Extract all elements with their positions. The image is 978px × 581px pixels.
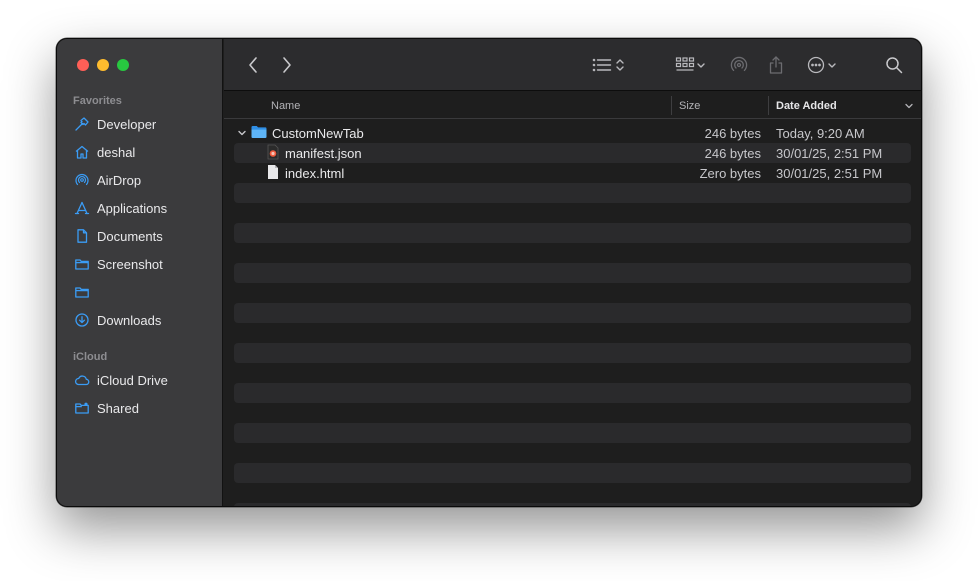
- sidebar-item-downloads[interactable]: Downloads: [73, 308, 214, 332]
- sidebar-item-label: Applications: [97, 200, 168, 216]
- empty-row: [234, 463, 911, 483]
- chevron-right-icon: [281, 56, 293, 74]
- forward-button[interactable]: [276, 53, 298, 77]
- folder-icon: [251, 125, 272, 142]
- sidebar-item-label: Documents: [97, 228, 163, 244]
- empty-row: [234, 423, 911, 443]
- document-file-icon: [266, 164, 285, 183]
- home-icon: [73, 143, 91, 161]
- sidebar-item-label: deshal: [97, 144, 136, 160]
- chevron-down-icon: [695, 56, 707, 74]
- back-button[interactable]: [242, 53, 264, 77]
- chevron-down-icon: [826, 56, 838, 74]
- file-size: Zero bytes: [699, 165, 761, 181]
- share-icon: [767, 55, 785, 75]
- column-date-added[interactable]: Date Added: [776, 92, 837, 119]
- document-icon: [73, 227, 91, 245]
- empty-row: [234, 323, 911, 343]
- download-icon: [73, 311, 91, 329]
- empty-row: [234, 263, 911, 283]
- shared-folder-icon: [73, 399, 91, 417]
- sidebar-item-shared[interactable]: Shared: [73, 396, 214, 420]
- sidebar-item-airdrop[interactable]: AirDrop: [73, 168, 214, 192]
- airdrop-icon: [73, 171, 91, 189]
- file-size: 246 bytes: [704, 145, 761, 161]
- sidebar-item-screenshot[interactable]: Screenshot: [73, 252, 214, 276]
- file-name: index.html: [285, 165, 345, 181]
- file-name: CustomNewTab: [272, 125, 364, 141]
- minimize-window-button[interactable]: [97, 59, 109, 71]
- column-divider[interactable]: [671, 96, 672, 115]
- more-actions-button[interactable]: [804, 53, 840, 77]
- file-row-manifest-json[interactable]: manifest.json 246 bytes 30/01/25, 2:51 P…: [234, 143, 911, 163]
- view-options-button[interactable]: [588, 53, 630, 77]
- column-header: Name Size Date Added: [224, 92, 921, 119]
- column-divider[interactable]: [768, 96, 769, 115]
- empty-row: [234, 283, 911, 303]
- chevron-up-down-icon: [614, 56, 626, 74]
- empty-row: [234, 183, 911, 203]
- folder-icon: [73, 255, 91, 273]
- group-by-button[interactable]: [670, 53, 712, 77]
- chevron-left-icon: [247, 56, 259, 74]
- sidebar-item-developer[interactable]: Developer: [73, 112, 214, 136]
- json-file-icon: [266, 144, 285, 163]
- file-date-added: 30/01/25, 2:51 PM: [776, 145, 883, 161]
- file-date-added: Today, 9:20 AM: [776, 125, 865, 141]
- hammer-icon: [73, 115, 91, 133]
- empty-row: [234, 503, 911, 506]
- disclosure-chevron-down-icon[interactable]: [237, 123, 247, 143]
- sidebar-item-unnamed-folder[interactable]: [73, 280, 214, 304]
- file-date-added: 30/01/25, 2:51 PM: [776, 165, 883, 181]
- toolbar: [224, 39, 921, 91]
- empty-row: [234, 483, 911, 503]
- file-list: CustomNewTab 246 bytes Today, 9:20 AM ma…: [234, 123, 911, 506]
- empty-row: [234, 243, 911, 263]
- sort-chevron-down-icon[interactable]: [904, 92, 914, 119]
- close-window-button[interactable]: [77, 59, 89, 71]
- sidebar-item-label: AirDrop: [97, 172, 142, 188]
- sidebar-section-icloud: iCloud: [73, 351, 108, 363]
- applications-icon: [73, 199, 91, 217]
- sidebar-item-icloud-drive[interactable]: iCloud Drive: [73, 368, 214, 392]
- window-controls: [77, 59, 129, 71]
- empty-row: [234, 343, 911, 363]
- grid-icon: [675, 56, 695, 74]
- sidebar: Favorites Developer deshal AirDrop Appli…: [57, 39, 223, 506]
- ellipsis-circle-icon: [806, 55, 826, 75]
- main-content: Name Size Date Added CustomNewTab 246 by…: [224, 39, 921, 506]
- sidebar-item-label: Downloads: [97, 312, 162, 328]
- zoom-window-button[interactable]: [117, 59, 129, 71]
- list-view-icon: [592, 56, 614, 74]
- column-size[interactable]: Size: [679, 92, 700, 119]
- empty-row: [234, 403, 911, 423]
- sidebar-section-favorites: Favorites: [73, 95, 122, 107]
- airdrop-button[interactable]: [727, 53, 751, 77]
- sidebar-item-applications[interactable]: Applications: [73, 196, 214, 220]
- folder-icon: [73, 283, 91, 301]
- file-name: manifest.json: [285, 145, 362, 161]
- sidebar-item-label: Shared: [97, 400, 139, 416]
- empty-row: [234, 443, 911, 463]
- sidebar-item-label: iCloud Drive: [97, 372, 168, 388]
- file-row-customnewtab[interactable]: CustomNewTab 246 bytes Today, 9:20 AM: [234, 123, 911, 143]
- sidebar-item-label: Screenshot: [97, 256, 163, 272]
- file-size: 246 bytes: [704, 125, 761, 141]
- empty-row: [234, 203, 911, 223]
- empty-row: [234, 363, 911, 383]
- search-icon: [885, 56, 903, 74]
- sidebar-item-deshal[interactable]: deshal: [73, 140, 214, 164]
- sidebar-item-documents[interactable]: Documents: [73, 224, 214, 248]
- airdrop-icon: [729, 55, 749, 75]
- column-name[interactable]: Name: [271, 92, 300, 119]
- file-row-index-html[interactable]: index.html Zero bytes 30/01/25, 2:51 PM: [234, 163, 911, 183]
- empty-row: [234, 303, 911, 323]
- share-button[interactable]: [764, 53, 788, 77]
- cloud-icon: [73, 371, 91, 389]
- search-button[interactable]: [882, 53, 906, 77]
- finder-window: Favorites Developer deshal AirDrop Appli…: [56, 38, 922, 507]
- empty-row: [234, 383, 911, 403]
- empty-row: [234, 223, 911, 243]
- sidebar-item-label: Developer: [97, 116, 157, 132]
